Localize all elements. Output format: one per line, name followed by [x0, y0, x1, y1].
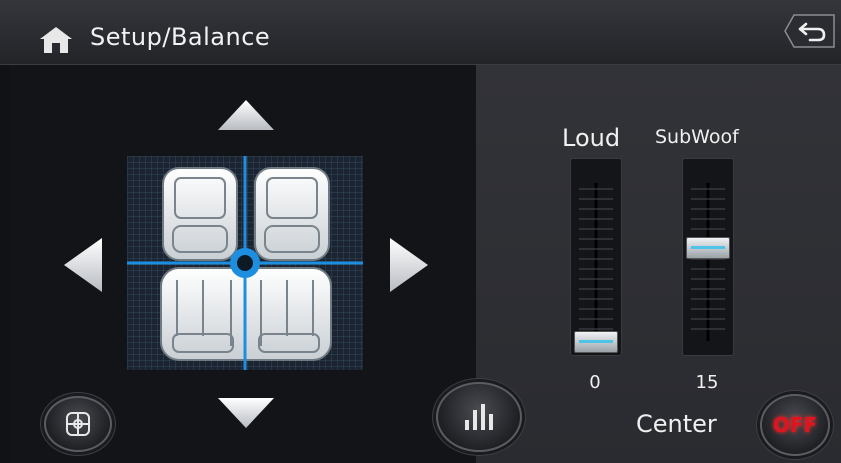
balance-screen: Setup/Balance Loud 0 SubWoof 15 Center O…: [0, 0, 841, 463]
title-bar: Setup/Balance: [0, 0, 841, 65]
subwoof-slider-thumb[interactable]: [686, 237, 730, 260]
off-indicator: OFF: [772, 413, 818, 437]
arrow-up-icon[interactable]: [216, 98, 276, 132]
center-toggle-button[interactable]: OFF: [760, 394, 830, 456]
arrow-down-icon[interactable]: [216, 396, 276, 430]
arrow-right-icon[interactable]: [388, 236, 430, 294]
equalizer-button[interactable]: [436, 382, 522, 452]
back-button[interactable]: [784, 14, 836, 48]
subwoof-slider[interactable]: [682, 158, 734, 356]
home-icon[interactable]: [38, 25, 74, 55]
loud-value: 0: [589, 372, 601, 393]
loud-slider-thumb[interactable]: [574, 331, 618, 353]
center-label: Center: [636, 410, 717, 438]
center-reset-icon: [66, 412, 90, 436]
balance-reset-button[interactable]: [44, 396, 112, 452]
subwoof-value: 15: [695, 372, 719, 393]
arrow-left-icon[interactable]: [62, 236, 104, 294]
loud-label: Loud: [562, 124, 621, 152]
loud-slider[interactable]: [570, 158, 622, 356]
page-title: Setup/Balance: [90, 23, 271, 51]
seat-balance-map[interactable]: [127, 156, 363, 370]
car-seats-icon: [127, 156, 363, 370]
equalizer-icon: [465, 404, 493, 430]
subwoof-label: SubWoof: [655, 126, 739, 148]
